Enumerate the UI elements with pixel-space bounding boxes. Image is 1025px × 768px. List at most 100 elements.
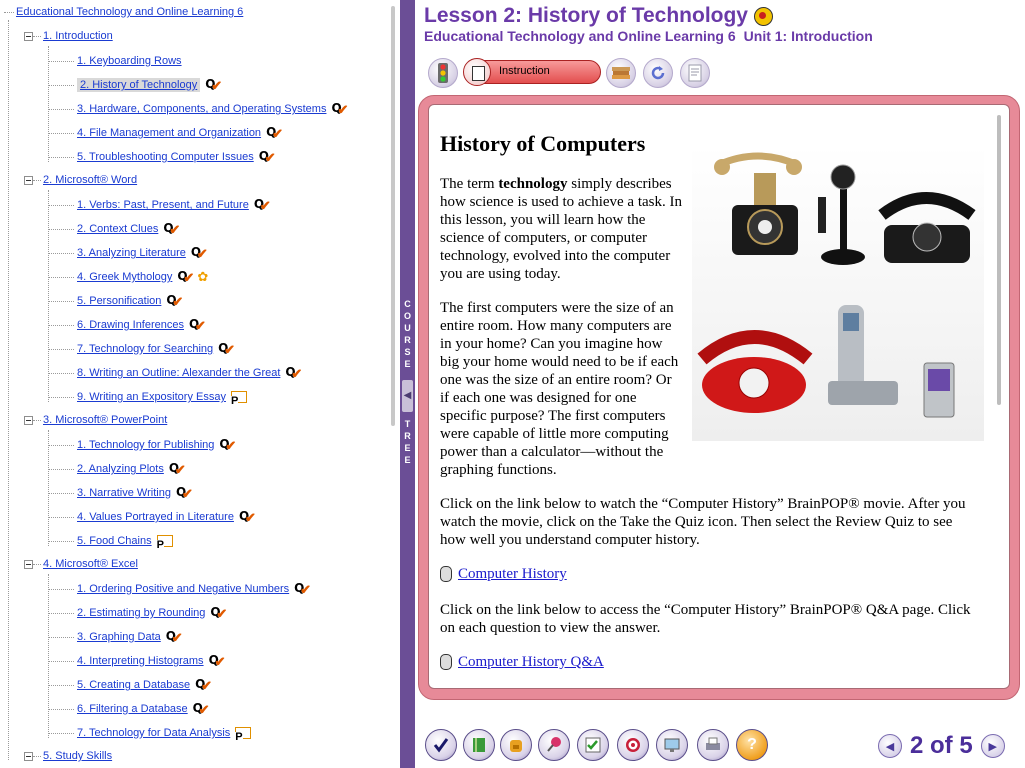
collapse-toggle-icon[interactable] — [24, 31, 33, 41]
tree-lesson-link[interactable]: 6. Drawing Inferences — [77, 319, 184, 331]
tree-section-link[interactable]: 3. Microsoft® PowerPoint — [43, 414, 167, 426]
project-icon[interactable]: P — [230, 391, 247, 407]
computer-history-qa-link[interactable]: Computer History Q&A — [458, 653, 604, 671]
tree-section[interactable]: 4. Microsoft® Excel — [24, 556, 138, 572]
tree-lesson-link[interactable]: 9. Writing an Expository Essay — [77, 391, 226, 403]
tree-lesson-item[interactable]: 3. Analyzing Literature Q ✔ — [48, 244, 208, 262]
tree-lesson-link[interactable]: 1. Technology for Publishing — [77, 439, 214, 451]
tree-lesson-item[interactable]: 2. Context Clues Q ✔ — [48, 220, 180, 238]
collapse-toggle-icon[interactable] — [24, 559, 33, 569]
target-icon[interactable] — [617, 729, 649, 761]
quiz-icon[interactable]: Q ✔ — [169, 461, 186, 477]
quiz-icon[interactable]: Q ✔ — [285, 365, 302, 381]
tree-lesson-link[interactable]: 5. Creating a Database — [77, 679, 190, 691]
quiz-icon[interactable]: Q ✔ — [219, 437, 236, 453]
tree-lesson-link[interactable]: 7. Technology for Searching — [77, 343, 213, 355]
collapse-tree-handle[interactable]: ◀ — [402, 380, 413, 412]
quiz-icon[interactable]: Q ✔ — [266, 125, 283, 141]
quiz-icon[interactable]: Q ✔ — [177, 269, 194, 285]
tree-lesson-item[interactable]: 4. File Management and Organization Q ✔ — [48, 124, 283, 142]
tree-section-link[interactable]: 1. Introduction — [43, 30, 113, 42]
project-icon[interactable]: P — [235, 727, 252, 743]
traffic-light-icon[interactable] — [428, 58, 458, 88]
tree-lesson-item[interactable]: 2. Analyzing Plots Q ✔ — [48, 460, 186, 478]
tree-section[interactable]: 3. Microsoft® PowerPoint — [24, 412, 167, 428]
previous-page-button[interactable]: ◀ — [878, 734, 902, 758]
tree-lesson-item[interactable]: 6. Drawing Inferences Q ✔ — [48, 316, 206, 334]
refresh-icon[interactable] — [643, 58, 673, 88]
printer-icon[interactable] — [697, 729, 729, 761]
tree-section[interactable]: 1. Introduction — [24, 28, 113, 44]
quiz-icon[interactable]: Q ✔ — [163, 221, 180, 237]
tree-lesson-link[interactable]: 4. File Management and Organization — [77, 127, 261, 139]
quiz-icon[interactable]: Q ✔ — [195, 677, 212, 693]
quiz-icon[interactable]: Q ✔ — [209, 653, 226, 669]
tree-lesson-link[interactable]: 8. Writing an Outline: Alexander the Gre… — [77, 367, 280, 379]
instruction-tab[interactable]: Instruction — [463, 58, 601, 86]
tree-section[interactable]: 2. Microsoft® Word — [24, 172, 137, 188]
computer-history-link[interactable]: Computer History — [458, 565, 567, 583]
checkmark-icon[interactable] — [425, 729, 457, 761]
help-icon[interactable]: ? — [736, 729, 768, 761]
tree-section-link[interactable]: 4. Microsoft® Excel — [43, 558, 138, 570]
quiz-icon[interactable]: Q ✔ — [166, 293, 183, 309]
tree-lesson-item[interactable]: 4. Greek Mythology Q ✔ ✿ — [48, 268, 208, 286]
monitor-icon[interactable] — [656, 729, 688, 761]
notes-icon[interactable] — [680, 58, 710, 88]
quiz-icon[interactable]: Q ✔ — [189, 317, 206, 333]
tree-lesson-item[interactable]: 1. Ordering Positive and Negative Number… — [48, 580, 311, 598]
tree-lesson-item[interactable]: 5. Personification Q ✔ — [48, 292, 183, 310]
tree-lesson-item[interactable]: 1. Keyboarding Rows — [48, 52, 182, 70]
tree-lesson-link[interactable]: 4. Values Portrayed in Literature — [77, 511, 234, 523]
quiz-icon[interactable]: Q ✔ — [193, 701, 210, 717]
tree-lesson-link[interactable]: 5. Troubleshooting Computer Issues — [77, 151, 254, 163]
quiz-icon[interactable]: Q ✔ — [176, 485, 193, 501]
tree-scrollbar[interactable] — [391, 6, 395, 426]
tree-lesson-link[interactable]: 2. History of Technology — [77, 78, 201, 92]
quiz-icon[interactable]: Q ✔ — [259, 149, 276, 165]
tree-lesson-item[interactable]: 7. Technology for Searching Q ✔ — [48, 340, 235, 358]
book-icon[interactable] — [463, 729, 495, 761]
tree-lesson-link[interactable]: 6. Filtering a Database — [77, 703, 188, 715]
tree-lesson-link[interactable]: 3. Narrative Writing — [77, 487, 171, 499]
tree-lesson-link[interactable]: 7. Technology for Data Analysis — [77, 727, 230, 739]
tree-lesson-item[interactable]: 3. Graphing Data Q ✔ — [48, 628, 183, 646]
quiz-icon[interactable]: Q ✔ — [294, 581, 311, 597]
quiz-icon[interactable]: Q ✔ — [239, 509, 256, 525]
flower-icon[interactable]: ✿ — [197, 269, 208, 285]
tree-lesson-link[interactable]: 2. Analyzing Plots — [77, 463, 164, 475]
tree-section[interactable]: 5. Study Skills — [24, 748, 112, 764]
next-page-button[interactable]: ▶ — [980, 734, 1005, 758]
quiz-icon[interactable]: Q ✔ — [331, 101, 348, 117]
tree-lesson-link[interactable]: 3. Graphing Data — [77, 631, 161, 643]
tree-lesson-item[interactable]: 5. Troubleshooting Computer Issues Q ✔ — [48, 148, 276, 166]
tree-lesson-item[interactable]: 1. Verbs: Past, Present, and Future Q ✔ — [48, 196, 271, 214]
quiz-icon[interactable]: Q ✔ — [166, 629, 183, 645]
collapse-toggle-icon[interactable] — [24, 175, 33, 185]
tree-lesson-link[interactable]: 5. Personification — [77, 295, 161, 307]
collapse-toggle-icon[interactable] — [24, 751, 33, 761]
quiz-icon[interactable]: Q ✔ — [254, 197, 271, 213]
pushpin-icon[interactable] — [538, 729, 570, 761]
collapse-toggle-icon[interactable] — [24, 415, 33, 425]
project-icon[interactable]: P — [156, 535, 173, 551]
tree-lesson-item[interactable]: 3. Narrative Writing Q ✔ — [48, 484, 193, 502]
tree-lesson-item[interactable]: 4. Interpreting Histograms Q ✔ — [48, 652, 225, 670]
content-scrollbar[interactable] — [997, 115, 1001, 405]
tree-lesson-item[interactable]: 5. Food Chains P — [48, 532, 173, 551]
tree-root-link[interactable]: Educational Technology and Online Learni… — [16, 6, 243, 18]
quiz-icon[interactable]: Q ✔ — [218, 341, 235, 357]
tree-lesson-link[interactable]: 2. Context Clues — [77, 223, 158, 235]
tree-lesson-item[interactable]: 6. Filtering a Database Q ✔ — [48, 700, 210, 718]
tree-lesson-link[interactable]: 2. Estimating by Rounding — [77, 607, 205, 619]
tree-lesson-item[interactable]: 2. Estimating by Rounding Q ✔ — [48, 604, 227, 622]
quiz-icon[interactable]: Q ✔ — [205, 77, 222, 93]
tree-lesson-link[interactable]: 4. Greek Mythology — [77, 271, 172, 283]
grid-check-icon[interactable] — [577, 729, 609, 761]
tree-lesson-item[interactable]: 9. Writing an Expository Essay P — [48, 388, 247, 407]
course-tree-divider[interactable]: COURSE ◀ TREE — [400, 0, 415, 768]
tree-lesson-item[interactable]: 4. Values Portrayed in Literature Q ✔ — [48, 508, 256, 526]
tree-section-link[interactable]: 5. Study Skills — [43, 750, 112, 762]
tree-lesson-item[interactable]: 3. Hardware, Components, and Operating S… — [48, 100, 348, 118]
tree-lesson-item[interactable]: 7. Technology for Data Analysis P — [48, 724, 252, 743]
